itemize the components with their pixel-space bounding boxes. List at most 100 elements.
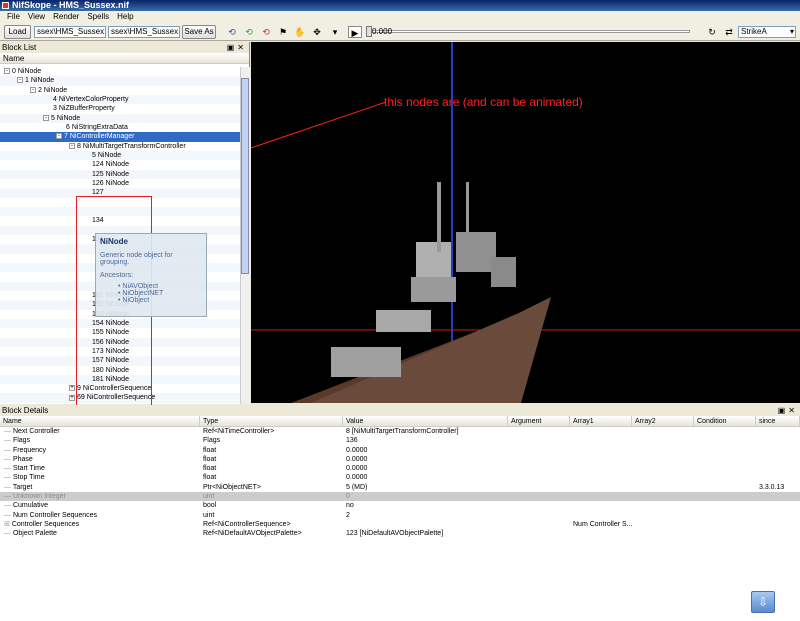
walk-mode-icon[interactable]: ⚑ xyxy=(276,26,290,38)
tree-row-label: 2 NiNode xyxy=(38,86,68,94)
details-cell-text: Num Controller S... xyxy=(573,520,632,528)
menu-render[interactable]: Render xyxy=(49,11,83,23)
load-path-field[interactable]: ssex\HMS_Sussex.nif xyxy=(34,26,106,38)
tree-row[interactable]: 125 NiNode xyxy=(0,169,240,179)
details-cell-text: float xyxy=(203,465,217,473)
collapse-icon[interactable]: - xyxy=(17,77,23,84)
play-icon[interactable]: ▶ xyxy=(348,26,362,38)
block-list-header[interactable]: Name xyxy=(0,53,249,64)
collapse-icon[interactable]: - xyxy=(56,133,62,140)
col-array1[interactable]: Array1 xyxy=(570,416,632,426)
col-array2[interactable]: Array2 xyxy=(632,416,694,426)
details-cell-text: float xyxy=(203,446,217,454)
col-type[interactable]: Type xyxy=(200,416,343,426)
tree-line-icon: — xyxy=(4,511,13,519)
details-cell-type: Ref<NiTimeController> xyxy=(200,427,343,436)
camera-icon[interactable]: ✋ xyxy=(293,26,307,38)
expand-icon[interactable]: + xyxy=(69,394,75,401)
details-row[interactable]: — Unknown Integer uint 0 xyxy=(0,492,800,502)
tree-row-label: 125 NiNode xyxy=(92,170,129,178)
details-row[interactable]: — Num Controller Sequences uint 2 xyxy=(0,511,800,520)
tree-row-label: 1 NiNode xyxy=(25,77,55,85)
details-cell-name: — Flags xyxy=(0,436,200,445)
turret-2 xyxy=(376,310,431,332)
sequence-select[interactable]: StrikeA ▾ xyxy=(738,26,796,38)
loop-icon[interactable]: ↻ xyxy=(705,26,719,38)
rotate-z-icon[interactable]: ⟲ xyxy=(259,26,273,38)
collapse-icon[interactable]: - xyxy=(69,142,75,149)
save-path-field[interactable]: ssex\HMS_Sussex.nif xyxy=(108,26,180,38)
load-button[interactable]: Load xyxy=(4,25,31,39)
panel-controls-icon[interactable]: ▣✕ xyxy=(227,42,247,53)
tree-row-label: 3 NiZBufferProperty xyxy=(53,105,115,113)
tree-row[interactable]: 6 NiStringExtraData xyxy=(0,123,240,132)
details-row[interactable]: — Cumulative bool no xyxy=(0,501,800,510)
details-cell-text: Next Controller xyxy=(12,428,60,435)
details-row[interactable]: — Object Palette Ref<NiDefaultAVObjectPal… xyxy=(0,529,800,538)
tree-row[interactable]: -0 NiNode xyxy=(0,67,240,76)
collapse-icon[interactable]: - xyxy=(4,68,10,75)
details-cell-a1 xyxy=(570,436,632,445)
rotate-y-icon[interactable]: ⟲ xyxy=(242,26,256,38)
sequence-select-value: StrikeA xyxy=(741,27,767,36)
expand-icon[interactable]: ⊞ xyxy=(4,521,12,528)
details-cell-a2 xyxy=(632,473,694,482)
details-row[interactable]: — Start Time float 0.0000 xyxy=(0,464,800,473)
tree-row[interactable]: 5 NiNode xyxy=(0,150,240,161)
tree-row[interactable]: -2 NiNode xyxy=(0,86,240,95)
details-cell-text: float xyxy=(203,455,217,463)
col-since[interactable]: since xyxy=(756,416,800,426)
details-row[interactable]: ⊞ Controller Sequences Ref<NiControllerSe… xyxy=(0,520,800,529)
details-row[interactable]: — Frequency float 0.0000 xyxy=(0,446,800,455)
details-row[interactable]: — Flags Flags 136 xyxy=(0,436,800,445)
tree-row-label: 5 NiNode xyxy=(92,151,122,159)
block-list-scroll-thumb[interactable] xyxy=(241,78,249,274)
collapse-icon[interactable]: - xyxy=(43,114,49,121)
tree-row-label: 4 NiVertexColorProperty xyxy=(53,95,129,103)
col-value[interactable]: Value xyxy=(343,416,508,426)
menu-spells[interactable]: Spells xyxy=(83,11,113,23)
move-icon[interactable]: ✥ xyxy=(310,26,324,38)
rotate-x-icon[interactable]: ⟲ xyxy=(225,26,239,38)
tree-row[interactable]: 126 NiNode xyxy=(0,179,240,188)
details-cell-arg xyxy=(508,511,570,520)
collapse-icon[interactable]: - xyxy=(30,86,36,93)
details-row[interactable]: — Phase float 0.0000 xyxy=(0,455,800,464)
menu-help[interactable]: Help xyxy=(113,11,137,23)
details-cell-a1 xyxy=(570,446,632,455)
time-slider[interactable] xyxy=(370,30,690,33)
menu-view[interactable]: View xyxy=(24,11,49,23)
tree-row[interactable]: -8 NiMultiTargetTransformController xyxy=(0,142,240,151)
switch-icon[interactable]: ⇄ xyxy=(722,26,736,38)
tree-row[interactable]: 3 NiZBufferProperty xyxy=(0,104,240,113)
tree-row[interactable]: 124 NiNode xyxy=(0,160,240,169)
details-cell-value: 2 xyxy=(343,511,508,520)
panel-controls-icon[interactable]: ▣✕ xyxy=(778,405,798,416)
corner-arrow-button[interactable]: ⇩ xyxy=(751,591,775,613)
details-cell-value: 0.0000 xyxy=(343,446,508,455)
details-cell-cond xyxy=(694,436,756,445)
details-cell-cond xyxy=(694,446,756,455)
turret-front xyxy=(331,347,401,377)
tree-row[interactable]: -1 NiNode xyxy=(0,76,240,86)
details-row[interactable]: — Stop Time float 0.0000 xyxy=(0,473,800,482)
col-argument[interactable]: Argument xyxy=(508,416,570,426)
details-cell-a1 xyxy=(570,455,632,464)
details-cell-a2 xyxy=(632,455,694,464)
save-as-button[interactable]: Save As xyxy=(182,25,216,39)
chevron-down-icon: ▾ xyxy=(789,27,794,36)
details-cell-type: Ref<NiDefaultAVObjectPalette> xyxy=(200,529,343,538)
details-row[interactable]: — Target Ptr<NiObjectNET> 5 (MD) 3.3.0.13 xyxy=(0,483,800,492)
menu-file[interactable]: File xyxy=(3,11,24,23)
details-cell-a1 xyxy=(570,427,632,436)
render-viewport[interactable]: this nodes are (and can be animated) xyxy=(251,42,800,403)
details-row[interactable]: — Next Controller Ref<NiTimeController> 8 … xyxy=(0,427,800,436)
expand-icon[interactable]: + xyxy=(69,385,75,392)
col-condition[interactable]: Condition xyxy=(694,416,756,426)
details-cell-text: Object Palette xyxy=(12,530,57,538)
tree-row[interactable]: 4 NiVertexColorProperty xyxy=(0,94,240,105)
tree-row[interactable]: -5 NiNode xyxy=(0,113,240,123)
dropdown-arrow-icon[interactable]: ▾ xyxy=(328,26,342,38)
col-name[interactable]: Name xyxy=(0,416,200,426)
tree-row[interactable]: -7 NiControllerManager xyxy=(0,132,240,142)
